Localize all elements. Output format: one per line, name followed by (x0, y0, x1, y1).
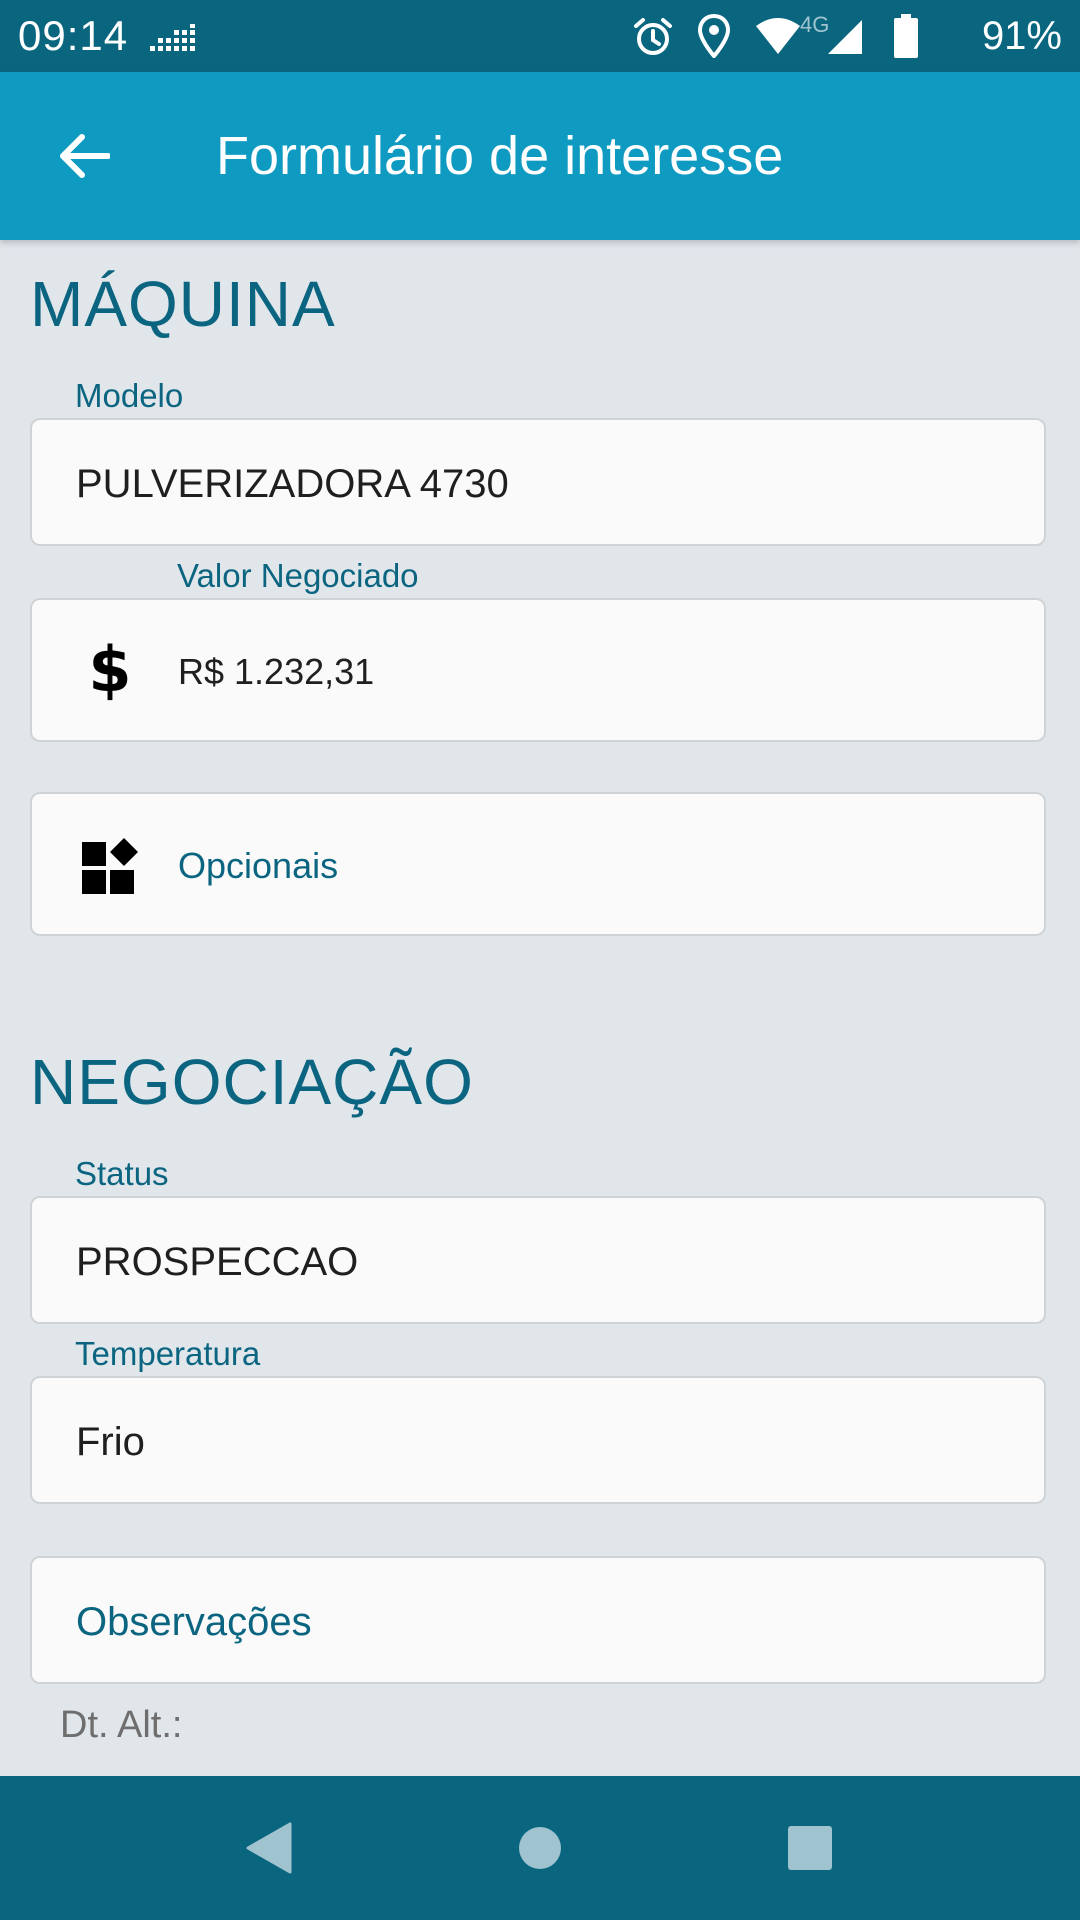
alarm-icon (634, 18, 672, 55)
model-label: Modelo (75, 377, 184, 414)
date-changed-label: Dt. Alt.: (60, 1704, 183, 1746)
nav-recents-button[interactable] (772, 1810, 848, 1886)
nav-back-button[interactable] (230, 1810, 306, 1886)
negotiated-value-field[interactable]: $ R$ 1.232,31 (30, 598, 1046, 742)
arrow-left-icon (60, 134, 110, 178)
section-title-negotiation: NEGOCIAÇÃO (30, 1046, 474, 1118)
status-time: 09:14 (18, 12, 129, 59)
network-type: 4G (800, 12, 830, 37)
status-field[interactable]: PROSPECCAO (30, 1196, 1046, 1324)
navigation-bar (0, 1776, 1080, 1920)
triangle-back-icon (246, 1822, 292, 1874)
location-icon (698, 14, 730, 58)
battery-percentage: 91% (981, 14, 1062, 58)
optionals-label: Opcionais (178, 845, 339, 886)
optionals-button[interactable]: Opcionais (30, 792, 1046, 936)
battery-icon (894, 14, 918, 58)
status-icons: 4G 91% (632, 12, 1062, 60)
model-field[interactable]: PULVERIZADORA 4730 (30, 418, 1046, 546)
square-recents-icon (788, 1826, 832, 1870)
temperature-value: Frio (76, 1420, 145, 1464)
data-activity-icon (150, 24, 195, 51)
temperature-field[interactable]: Frio (30, 1376, 1046, 1504)
circle-home-icon (519, 1827, 561, 1869)
dollar-icon: $ (88, 633, 132, 706)
model-value: PULVERIZADORA 4730 (76, 462, 509, 506)
notes-label: Observações (76, 1600, 312, 1644)
page-title: Formulário de interesse (216, 126, 784, 186)
status-label: Status (75, 1155, 169, 1192)
status-value: PROSPECCAO (76, 1240, 359, 1284)
section-title-machine: MÁQUINA (30, 268, 336, 340)
back-button[interactable] (48, 120, 120, 192)
temperature-label: Temperatura (75, 1335, 261, 1372)
nav-home-button[interactable] (502, 1810, 578, 1886)
notes-field[interactable]: Observações (30, 1556, 1046, 1684)
app-bar: Formulário de interesse (0, 72, 1080, 240)
signal-icon (828, 20, 862, 54)
wifi-icon (756, 18, 800, 54)
negotiated-value-label: Valor Negociado (177, 557, 419, 594)
status-bar: 09:14 4G 91% (0, 0, 1080, 72)
negotiated-value: R$ 1.232,31 (178, 651, 375, 692)
widgets-icon (80, 836, 140, 896)
